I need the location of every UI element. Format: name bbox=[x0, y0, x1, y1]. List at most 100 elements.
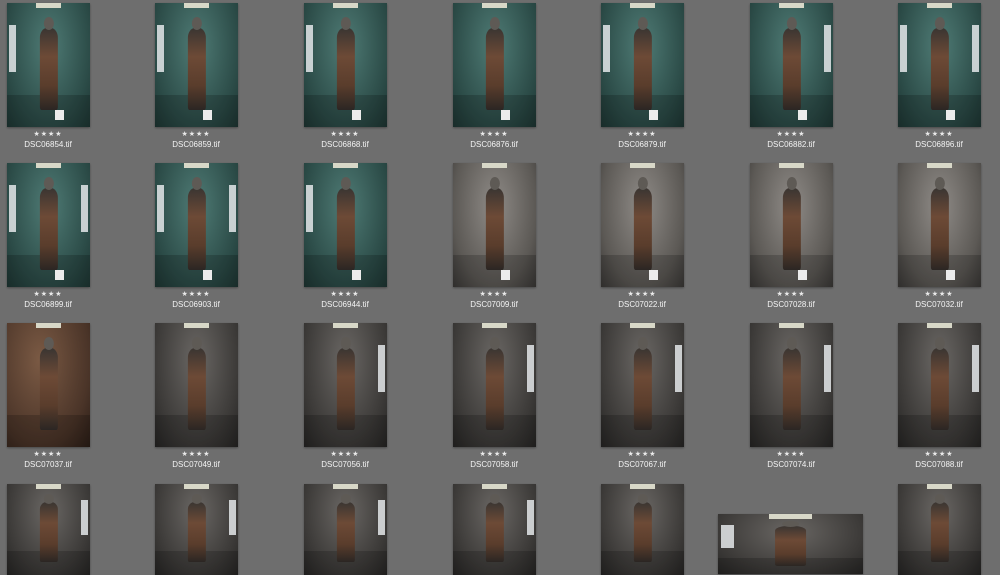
costumed-figure bbox=[774, 520, 807, 566]
costumed-figure bbox=[930, 177, 949, 270]
star-rating[interactable]: ★★★★ bbox=[567, 451, 717, 459]
star-rating[interactable]: ★★★★ bbox=[567, 131, 717, 139]
photo-thumbnail[interactable] bbox=[304, 323, 387, 447]
star-rating[interactable]: ★★★★ bbox=[419, 131, 569, 139]
photo-thumbnail[interactable] bbox=[750, 323, 833, 447]
thumbnail-filename: DSC06903.tif bbox=[172, 300, 220, 309]
photo-thumbnail[interactable] bbox=[453, 484, 536, 575]
photo-thumbnail[interactable] bbox=[7, 323, 90, 447]
ceiling-light bbox=[779, 323, 804, 328]
costumed-figure bbox=[633, 494, 652, 563]
photo-thumbnail[interactable] bbox=[898, 3, 981, 127]
ceiling-light bbox=[333, 484, 358, 489]
star-rating[interactable]: ★★★★ bbox=[0, 451, 123, 459]
costumed-figure bbox=[336, 494, 355, 563]
star-rating[interactable]: ★★★★ bbox=[0, 291, 123, 299]
costumed-figure bbox=[485, 337, 504, 430]
photo-thumbnail[interactable] bbox=[453, 3, 536, 127]
star-rating[interactable]: ★★★★ bbox=[419, 291, 569, 299]
star-rating[interactable]: ★★★★ bbox=[864, 131, 1000, 139]
floor-paper bbox=[203, 269, 213, 280]
softbox-light bbox=[8, 185, 17, 233]
ceiling-light bbox=[36, 484, 61, 489]
photo-thumbnail[interactable] bbox=[453, 323, 536, 447]
ceiling-light bbox=[333, 163, 358, 168]
thumbnail-filename: DSC06879.tif bbox=[618, 140, 666, 149]
photo-thumbnail[interactable] bbox=[304, 3, 387, 127]
costumed-figure bbox=[187, 494, 206, 563]
photo-thumbnail[interactable] bbox=[155, 323, 238, 447]
softbox-light bbox=[156, 185, 165, 233]
photo-thumbnail[interactable] bbox=[304, 163, 387, 287]
thumbnail-grid: ★★★★ DSC06854.tif ★★★★ DSC06859.tif ★★★★ DSC0… bbox=[0, 0, 1000, 575]
costumed-figure bbox=[39, 177, 58, 270]
softbox-light bbox=[377, 345, 386, 393]
costumed-figure bbox=[485, 177, 504, 270]
floor-paper bbox=[55, 269, 65, 280]
photo-thumbnail[interactable] bbox=[453, 163, 536, 287]
costumed-figure bbox=[187, 177, 206, 270]
thumbnail-filename: DSC06899.tif bbox=[24, 300, 72, 309]
photo-thumbnail[interactable] bbox=[155, 484, 238, 575]
photo-thumbnail[interactable] bbox=[7, 163, 90, 287]
softbox-light bbox=[899, 25, 908, 73]
costumed-figure bbox=[930, 337, 949, 430]
photo-thumbnail[interactable] bbox=[750, 3, 833, 127]
photo-thumbnail[interactable] bbox=[718, 514, 863, 574]
ceiling-light bbox=[184, 323, 209, 328]
photo-thumbnail[interactable] bbox=[898, 323, 981, 447]
ceiling-light bbox=[927, 3, 952, 8]
costumed-figure bbox=[485, 17, 504, 110]
costumed-figure bbox=[633, 337, 652, 430]
ceiling-light bbox=[630, 484, 655, 489]
softbox-light bbox=[526, 500, 535, 535]
star-rating[interactable]: ★★★★ bbox=[270, 291, 420, 299]
photo-thumbnail[interactable] bbox=[601, 484, 684, 575]
ceiling-light bbox=[630, 3, 655, 8]
photo-thumbnail[interactable] bbox=[898, 163, 981, 287]
star-rating[interactable]: ★★★★ bbox=[716, 291, 866, 299]
ceiling-light bbox=[482, 3, 507, 8]
ceiling-light bbox=[184, 484, 209, 489]
photo-thumbnail[interactable] bbox=[601, 323, 684, 447]
star-rating[interactable]: ★★★★ bbox=[419, 451, 569, 459]
star-rating[interactable]: ★★★★ bbox=[864, 291, 1000, 299]
photo-thumbnail[interactable] bbox=[7, 484, 90, 575]
photo-thumbnail[interactable] bbox=[898, 484, 981, 575]
ceiling-light bbox=[333, 3, 358, 8]
star-rating[interactable]: ★★★★ bbox=[0, 131, 123, 139]
costumed-figure bbox=[782, 337, 801, 430]
star-rating[interactable]: ★★★★ bbox=[270, 131, 420, 139]
photo-thumbnail[interactable] bbox=[155, 3, 238, 127]
star-rating[interactable]: ★★★★ bbox=[716, 451, 866, 459]
thumbnail-filename: DSC07032.tif bbox=[915, 300, 963, 309]
ceiling-light bbox=[927, 484, 952, 489]
photo-thumbnail[interactable] bbox=[304, 484, 387, 575]
star-rating[interactable]: ★★★★ bbox=[567, 291, 717, 299]
costumed-figure bbox=[39, 494, 58, 563]
photo-thumbnail[interactable] bbox=[601, 163, 684, 287]
softbox-light bbox=[228, 185, 237, 233]
ceiling-light bbox=[630, 323, 655, 328]
ceiling-light bbox=[927, 323, 952, 328]
costumed-figure bbox=[187, 337, 206, 430]
floor-paper bbox=[798, 109, 808, 120]
floor-paper bbox=[946, 269, 956, 280]
star-rating[interactable]: ★★★★ bbox=[121, 291, 271, 299]
star-rating[interactable]: ★★★★ bbox=[270, 451, 420, 459]
star-rating[interactable]: ★★★★ bbox=[864, 451, 1000, 459]
photo-thumbnail[interactable] bbox=[750, 163, 833, 287]
ceiling-light bbox=[333, 323, 358, 328]
photo-thumbnail[interactable] bbox=[7, 3, 90, 127]
thumbnail-filename: DSC07067.tif bbox=[618, 460, 666, 469]
thumbnail-filename: DSC06868.tif bbox=[321, 140, 369, 149]
softbox-light bbox=[720, 524, 734, 548]
photo-thumbnail[interactable] bbox=[155, 163, 238, 287]
star-rating[interactable]: ★★★★ bbox=[716, 131, 866, 139]
ceiling-light bbox=[36, 163, 61, 168]
star-rating[interactable]: ★★★★ bbox=[121, 451, 271, 459]
star-rating[interactable]: ★★★★ bbox=[121, 131, 271, 139]
floor-paper bbox=[501, 109, 511, 120]
photo-thumbnail[interactable] bbox=[601, 3, 684, 127]
thumbnail-filename: DSC06944.tif bbox=[321, 300, 369, 309]
